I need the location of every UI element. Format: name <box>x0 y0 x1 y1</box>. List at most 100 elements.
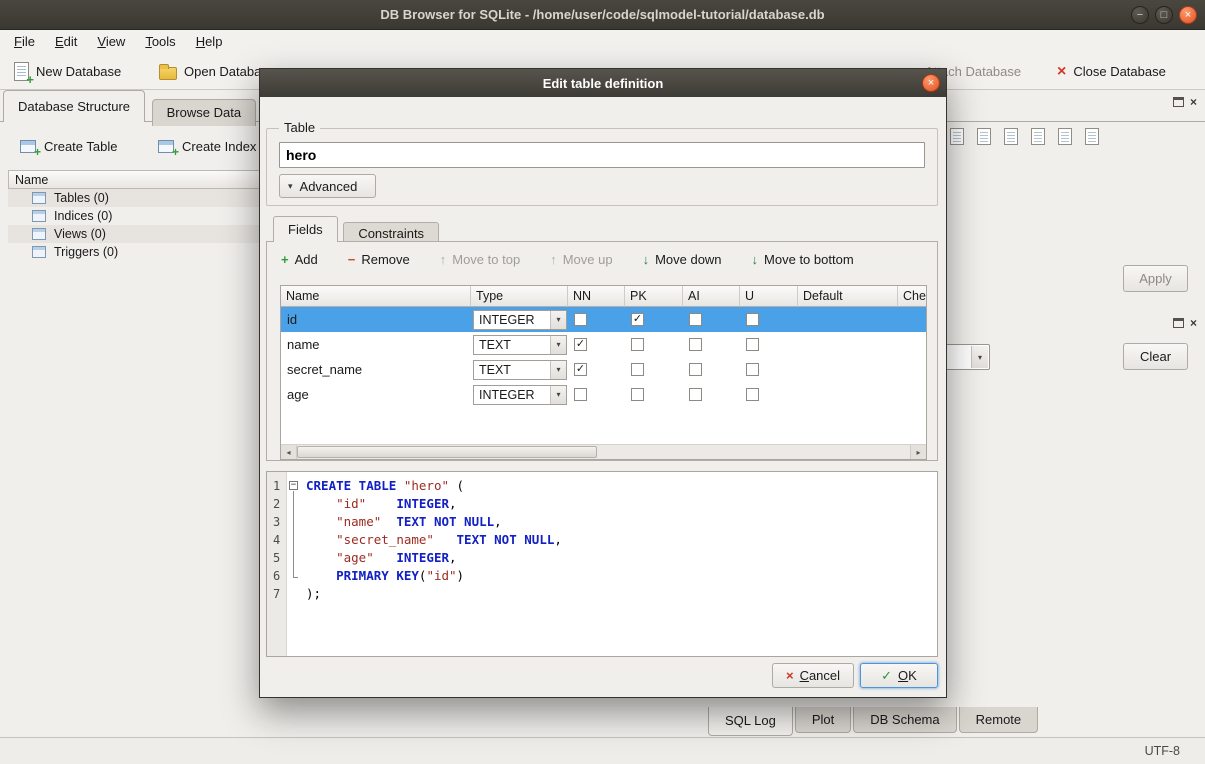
column-header[interactable]: Name <box>281 286 471 307</box>
dialog-titlebar[interactable]: Edit table definition × <box>260 69 946 97</box>
window-titlebar[interactable]: DB Browser for SQLite - /home/user/code/… <box>0 0 1205 30</box>
fold-marker <box>287 549 303 567</box>
nn-checkbox[interactable]: ✓ <box>574 338 587 351</box>
pk-checkbox[interactable] <box>631 388 644 401</box>
field-name-cell: secret_name <box>281 357 471 382</box>
cell-tool-icon[interactable] <box>1031 128 1045 145</box>
close-database-button[interactable]: × Close Database <box>1053 53 1170 90</box>
cell-tool-icon[interactable] <box>950 128 964 145</box>
dock-close-icon[interactable]: × <box>1190 96 1197 108</box>
maximize-icon[interactable]: □ <box>1155 6 1173 24</box>
nn-checkbox[interactable] <box>574 313 587 326</box>
move-down-button[interactable]: ↓Move down <box>643 252 722 267</box>
pk-checkbox[interactable]: ✓ <box>631 313 644 326</box>
line-number: 5 <box>273 549 286 567</box>
remove-label: Remove <box>361 252 409 267</box>
column-header[interactable]: NN <box>568 286 625 307</box>
tab-database-structure[interactable]: Database Structure <box>3 90 145 122</box>
field-row[interactable]: idINTEGER▾✓ <box>281 307 926 332</box>
dock-float-icon[interactable] <box>1173 97 1184 107</box>
nn-checkbox[interactable]: ✓ <box>574 363 587 376</box>
u-checkbox[interactable] <box>746 388 759 401</box>
window-close-icon[interactable]: × <box>1179 6 1197 24</box>
column-header[interactable]: Default <box>798 286 898 307</box>
field-row[interactable]: secret_nameTEXT▾ ✓ <box>281 357 926 382</box>
column-header[interactable]: AI <box>683 286 740 307</box>
bottom-tab-sql-log[interactable]: SQL Log <box>708 707 793 736</box>
menu-tools[interactable]: Tools <box>135 32 185 51</box>
nn-checkbox[interactable] <box>574 388 587 401</box>
type-combobox[interactable]: TEXT▾ <box>473 360 567 380</box>
remove-button[interactable]: −Remove <box>348 252 410 267</box>
menu-file[interactable]: File <box>4 32 45 51</box>
tab-browse-data[interactable]: Browse Data <box>152 99 256 126</box>
tab-fields[interactable]: Fields <box>273 216 338 242</box>
create-table-button[interactable]: Create Table <box>14 133 123 159</box>
fold-space <box>287 585 303 603</box>
field-pk-cell <box>625 357 683 382</box>
apply-button[interactable]: Apply <box>1123 265 1188 292</box>
cell-tool-icon[interactable] <box>977 128 991 145</box>
sql-token <box>306 568 336 583</box>
u-checkbox[interactable] <box>746 363 759 376</box>
add-label: Add <box>295 252 318 267</box>
dialog-title: Edit table definition <box>543 76 664 91</box>
sql-line: "secret_name" TEXT NOT NULL, <box>306 531 937 549</box>
dock-float-icon[interactable] <box>1173 318 1184 328</box>
ai-checkbox[interactable] <box>689 363 702 376</box>
field-row[interactable]: ageINTEGER▾ <box>281 382 926 407</box>
ai-checkbox[interactable] <box>689 338 702 351</box>
ok-button[interactable]: ✓ OK <box>860 663 938 688</box>
dock-close-icon[interactable]: × <box>1190 317 1197 329</box>
cancel-x-icon: × <box>786 669 794 682</box>
type-combobox[interactable]: TEXT▾ <box>473 335 567 355</box>
advanced-button[interactable]: ▾ Advanced <box>279 174 376 198</box>
cell-tool-icon[interactable] <box>1085 128 1099 145</box>
column-header[interactable]: Check <box>898 286 927 307</box>
type-combobox[interactable]: INTEGER▾ <box>473 385 567 405</box>
move-down-icon: ↓ <box>643 253 650 266</box>
horizontal-scrollbar[interactable]: ◂ ▸ <box>281 444 926 459</box>
u-checkbox[interactable] <box>746 338 759 351</box>
new-database-button[interactable]: New Database <box>10 53 125 90</box>
bottom-tab-plot[interactable]: Plot <box>795 707 851 733</box>
minimize-icon[interactable]: − <box>1131 6 1149 24</box>
clear-button[interactable]: Clear <box>1123 343 1188 370</box>
column-header[interactable]: PK <box>625 286 683 307</box>
dialog-close-icon[interactable]: × <box>922 74 940 92</box>
move-to-top-button[interactable]: ↑Move to top <box>440 252 520 267</box>
line-number: 3 <box>273 513 286 531</box>
scroll-left-icon[interactable]: ◂ <box>281 445 297 459</box>
move-to-bottom-button[interactable]: ↓Move to bottom <box>752 252 854 267</box>
ai-checkbox[interactable] <box>689 388 702 401</box>
create-index-button[interactable]: Create Index <box>152 133 262 159</box>
cell-editor-toolbar <box>950 128 1099 145</box>
collapse-icon[interactable]: − <box>289 481 298 490</box>
pk-checkbox[interactable] <box>631 338 644 351</box>
create-index-icon <box>158 140 174 153</box>
menu-edit[interactable]: Edit <box>45 32 87 51</box>
pk-checkbox[interactable] <box>631 363 644 376</box>
column-header[interactable]: U <box>740 286 798 307</box>
cell-tool-icon[interactable] <box>1004 128 1018 145</box>
bottom-tabs: SQL LogPlotDB SchemaRemote <box>708 707 1038 736</box>
cell-tool-icon[interactable] <box>1058 128 1072 145</box>
field-row[interactable]: nameTEXT▾✓ <box>281 332 926 357</box>
move-up-button[interactable]: ↑Move up <box>550 252 612 267</box>
column-header[interactable]: Type <box>471 286 568 307</box>
scrollbar-thumb[interactable] <box>297 446 597 458</box>
type-combobox[interactable]: INTEGER▾ <box>473 310 567 330</box>
add-button[interactable]: +Add <box>281 252 318 267</box>
field-check-cell <box>898 357 904 382</box>
cancel-button[interactable]: × Cancel <box>772 663 854 688</box>
menu-view[interactable]: View <box>87 32 135 51</box>
menu-help[interactable]: Help <box>186 32 233 51</box>
field-u-cell <box>740 332 798 357</box>
u-checkbox[interactable] <box>746 313 759 326</box>
scrollbar-track[interactable] <box>597 445 910 459</box>
table-name-input[interactable] <box>279 142 925 168</box>
scroll-right-icon[interactable]: ▸ <box>910 445 926 459</box>
ai-checkbox[interactable] <box>689 313 702 326</box>
bottom-tab-db-schema[interactable]: DB Schema <box>853 707 956 733</box>
bottom-tab-remote[interactable]: Remote <box>959 707 1039 733</box>
